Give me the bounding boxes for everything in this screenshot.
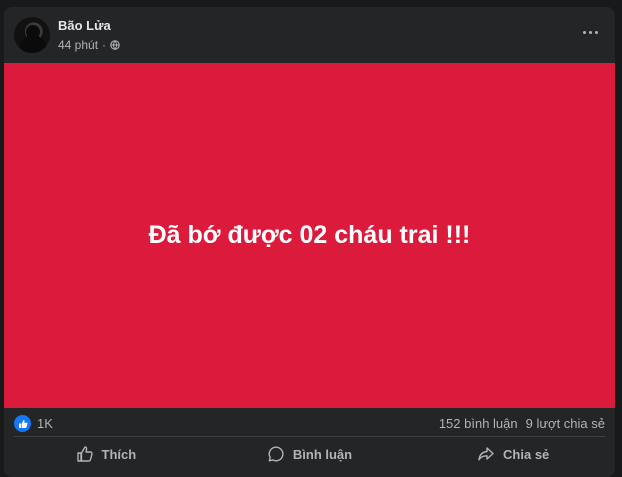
thumbs-up-icon <box>76 446 93 462</box>
likes-count: 1K <box>37 416 53 431</box>
post-stats: 1K 152 bình luận 9 lượt chia sẻ <box>4 410 615 436</box>
meta-separator: · <box>102 38 107 52</box>
post-banner[interactable]: Đã bớ được 02 cháu trai !!! <box>4 63 615 408</box>
comments-count[interactable]: 152 bình luận <box>439 416 518 431</box>
shares-count[interactable]: 9 lượt chia sẻ <box>526 416 605 431</box>
more-options-button[interactable] <box>579 25 601 39</box>
globe-icon[interactable] <box>110 40 120 50</box>
dot-icon <box>582 30 586 34</box>
dot-icon <box>594 30 598 34</box>
comment-icon <box>268 446 284 462</box>
like-label: Thích <box>101 446 137 462</box>
avatar[interactable] <box>14 17 50 53</box>
dot-icon <box>588 30 592 34</box>
like-reaction-icon <box>14 415 31 432</box>
share-icon <box>478 447 494 461</box>
post-meta: 44 phút · <box>58 38 120 52</box>
engagement-counts: 152 bình luận 9 lượt chia sẻ <box>439 416 605 431</box>
author-name[interactable]: Bão Lửa <box>58 18 111 33</box>
likes-summary[interactable]: 1K <box>14 415 53 432</box>
post-header: Bão Lửa 44 phút · <box>4 7 615 63</box>
share-label: Chia sẻ <box>503 446 550 462</box>
banner-text: Đã bớ được 02 cháu trai !!! <box>148 221 471 249</box>
comment-label: Bình luận <box>292 446 353 462</box>
post-card: Bão Lửa 44 phút · Đã bớ được 02 cháu tra… <box>4 7 615 477</box>
post-time[interactable]: 44 phút <box>58 38 98 52</box>
